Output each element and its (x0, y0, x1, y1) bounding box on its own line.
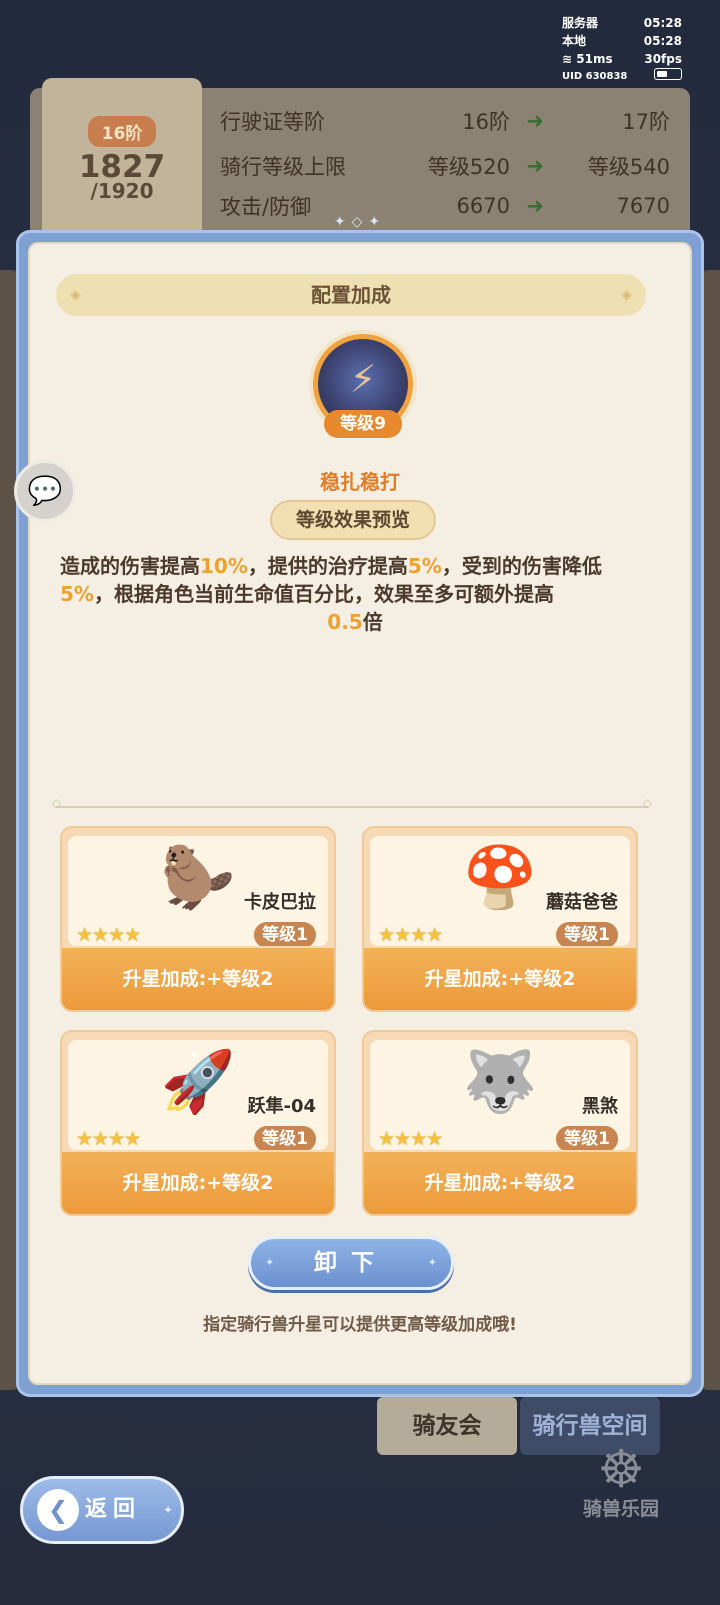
ping-readout: ≋ 51ms (562, 52, 613, 66)
server-time: 05:28 (643, 16, 682, 30)
sparkle-icon: ✦ (162, 1503, 173, 1517)
back-arrow-icon: ❮ (37, 1489, 79, 1531)
mount-name: 蘑菇爸爸 (546, 892, 618, 913)
modal-body: ◈ 配置加成 ◈ ⚡ 等级9 稳扎稳打 等级效果预览 造成的伤害提高10%，提供… (28, 242, 692, 1385)
chat-button[interactable]: 💬 (14, 460, 76, 522)
diamond-icon: ◈ (621, 287, 632, 303)
star-rating: ★★★★ (76, 1128, 141, 1150)
tier-label: 16阶 (87, 116, 157, 147)
star-bonus-label: 升星加成:+等级2 (364, 1152, 636, 1214)
skill-medal[interactable]: ⚡ 等级9 (298, 324, 428, 444)
mount-name: 黑煞 (582, 1096, 618, 1117)
stat-row: 攻击/防御 6670 ➜ 7670 (220, 194, 670, 219)
mount-level-badge: 等级1 (254, 1126, 316, 1150)
tab-rider-club[interactable]: 骑友会 (377, 1397, 517, 1455)
stat-row: 行驶证等阶 16阶 ➜ 17阶 (220, 100, 670, 142)
mount-portrait: 🍄 蘑菇爸爸 ★★★★ 等级1 (370, 836, 630, 946)
mount-card-jet[interactable]: 🚀 跃隼-04 ★★★★ 等级1 升星加成:+等级2 (60, 1030, 336, 1216)
upgrade-hint: 指定骑行兽升星可以提供更高等级加成哦! (203, 1315, 517, 1335)
uid-readout: UID 630838 (562, 71, 628, 82)
chat-bubble-icon: 💬 (27, 474, 63, 507)
star-rating: ★★★★ (76, 924, 141, 946)
arrow-right-icon: ➜ (526, 108, 544, 133)
skill-description: 造成的伤害提高10%，提供的治疗提高5%，受到的伤害降低5%，根据角色当前生命值… (60, 554, 602, 634)
diamond-icon: ◈ (70, 287, 81, 303)
config-bonus-modal: ✦◇✦ ◈ 配置加成 ◈ ⚡ 等级9 稳扎稳打 等级效果预览 造成的伤害提高10… (16, 214, 704, 1397)
back-label: 返回 (85, 1497, 142, 1522)
star-bonus-label: 升星加成:+等级2 (364, 948, 636, 1010)
modal-title: 配置加成 (311, 283, 391, 307)
status-overlay: 服务器 05:28 本地 05:28 ≋ 51ms 30fps UID 630838 (562, 14, 682, 86)
star-rating: ★★★★ (378, 924, 443, 946)
modal-title-bar: ◈ 配置加成 ◈ (56, 274, 646, 316)
unload-button[interactable]: ✦ 卸下 ✦ (248, 1236, 454, 1290)
server-label: 服务器 (562, 16, 599, 30)
level-effect-preview-button[interactable]: 等级效果预览 (270, 500, 436, 540)
local-label: 本地 (562, 34, 587, 48)
mount-card-heisha[interactable]: 🐺 黑煞 ★★★★ 等级1 升星加成:+等级2 (362, 1030, 638, 1216)
arrow-right-icon: ➜ (526, 154, 544, 178)
section-divider (52, 796, 652, 810)
license-stats: 行驶证等阶 16阶 ➜ 17阶 骑行等级上限 等级520 ➜ 等级540 攻击/… (220, 100, 670, 226)
sparkle-icon: ✦ (265, 1256, 275, 1269)
star-bonus-label: 升星加成:+等级2 (62, 948, 334, 1010)
mount-portrait: 🦫 卡皮巴拉 ★★★★ 等级1 (68, 836, 328, 946)
star-rating: ★★★★ (378, 1128, 443, 1150)
mount-card-capybara[interactable]: 🦫 卡皮巴拉 ★★★★ 等级1 升星加成:+等级2 (60, 826, 336, 1012)
mount-card-mushroom[interactable]: 🍄 蘑菇爸爸 ★★★★ 等级1 升星加成:+等级2 (362, 826, 638, 1012)
license-tier-badge: 16阶 1827 /1920 (42, 78, 202, 238)
ferris-wheel-icon: ☸ (597, 1440, 645, 1500)
back-button[interactable]: ❮ 返回 ✦ (20, 1476, 184, 1544)
modal-ornament-icon: ✦◇✦ (333, 214, 387, 230)
arrow-right-icon: ➜ (526, 194, 544, 218)
skill-art-icon: ⚡ (349, 357, 377, 401)
mount-portrait: 🚀 跃隼-04 ★★★★ 等级1 (68, 1040, 328, 1150)
mount-level-badge: 等级1 (556, 922, 618, 946)
skill-level-badge: 等级9 (324, 410, 402, 438)
mount-park-label: 骑兽乐园 (582, 1498, 659, 1520)
mount-park-button[interactable]: ☸ 骑兽乐园 (566, 1440, 676, 1521)
sparkle-icon: ✦ (427, 1256, 437, 1269)
mount-level-badge: 等级1 (556, 1126, 618, 1150)
mount-level-badge: 等级1 (254, 922, 316, 946)
battery-icon (654, 68, 682, 80)
local-time: 05:28 (643, 34, 682, 48)
wifi-icon: ≋ (562, 52, 573, 66)
skill-name: 稳扎稳打 (320, 470, 400, 494)
progress-total: /1920 (90, 179, 154, 203)
mount-name: 卡皮巴拉 (244, 892, 316, 913)
mount-name: 跃隼-04 (247, 1096, 316, 1117)
stat-row: 骑行等级上限 等级520 ➜ 等级540 (220, 154, 670, 179)
fps-readout: 30fps (644, 52, 682, 66)
star-bonus-label: 升星加成:+等级2 (62, 1152, 334, 1214)
mount-portrait: 🐺 黑煞 ★★★★ 等级1 (370, 1040, 630, 1150)
